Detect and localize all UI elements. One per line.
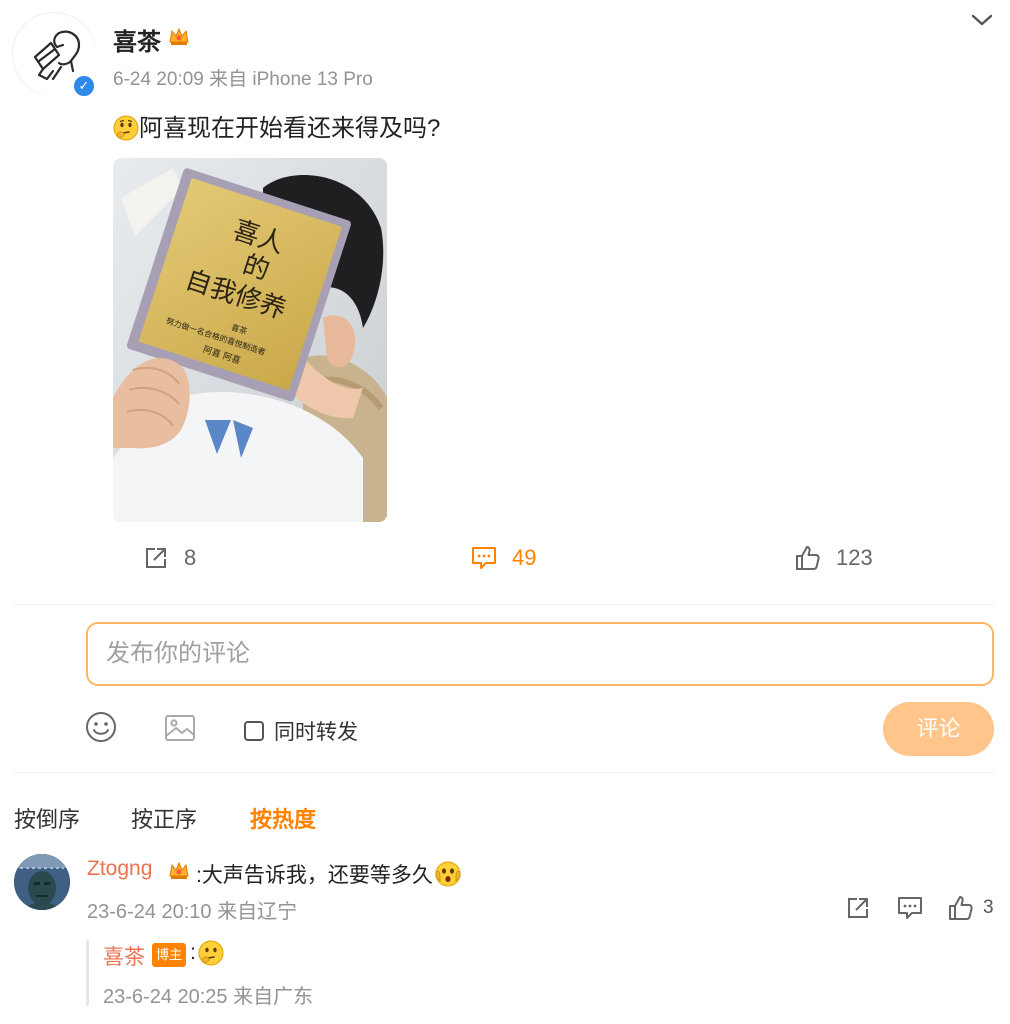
reply-author-name[interactable]: 喜茶	[103, 941, 145, 971]
reply-thread-bar	[86, 940, 89, 1006]
forward-checkbox[interactable]	[244, 721, 264, 741]
divider	[14, 604, 994, 605]
commenter-avatar[interactable]	[14, 854, 70, 910]
image-upload-icon[interactable]	[163, 711, 197, 745]
submit-comment-button[interactable]: 评论	[883, 702, 994, 756]
post-meta: 6-24 20:09 来自 iPhone 13 Pro	[113, 69, 373, 90]
comment-count: 49	[512, 545, 537, 570]
shocked-emoji-icon	[435, 861, 461, 887]
comment-like-count: 3	[983, 897, 994, 918]
post-text-content: 阿喜现在开始看还来得及吗?	[139, 115, 441, 142]
like-button[interactable]: 123	[794, 542, 873, 574]
reply-text-content: :	[190, 941, 196, 964]
thumbs-up-icon	[796, 546, 820, 570]
chevron-down-icon[interactable]	[968, 10, 996, 30]
photo-person-reading-book: 喜人 的 自我修养 喜茶 努力做一名合格的喜悦制造者 阿喜 阿喜	[113, 158, 387, 522]
thumbs-up-icon	[949, 896, 973, 920]
post-author-name[interactable]: 喜茶	[113, 22, 161, 57]
comment-icon	[472, 547, 496, 569]
comment-input-box[interactable]	[86, 622, 994, 686]
sort-reverse-tab[interactable]: 按倒序	[14, 802, 80, 834]
blogger-badge: 博主	[152, 943, 186, 967]
comment-reply-icon[interactable]	[896, 894, 924, 922]
sort-hot-tab[interactable]: 按热度	[250, 802, 316, 834]
comment-text: :大声告诉我，还要等多久	[196, 859, 461, 889]
emoji-picker-icon[interactable]	[84, 710, 118, 744]
comment-like-button[interactable]: 3	[947, 894, 994, 922]
thinking-emoji-icon	[198, 940, 224, 966]
commenter-name[interactable]: Ztogng	[87, 857, 152, 881]
comment-share-icon[interactable]	[844, 894, 872, 922]
share-icon	[146, 548, 166, 568]
comment-meta: 23-6-24 20:10 来自辽宁	[87, 901, 298, 923]
like-count: 123	[836, 545, 873, 570]
comment-input[interactable]	[88, 624, 992, 684]
thinking-emoji-icon	[113, 115, 139, 141]
forward-label: 同时转发	[274, 721, 358, 744]
comment-button[interactable]: 49	[470, 542, 536, 574]
repost-button[interactable]: 8	[142, 542, 196, 574]
forward-option[interactable]: 同时转发	[244, 716, 358, 746]
divider	[14, 772, 994, 773]
reply-meta: 23-6-24 20:25 来自广东	[103, 986, 314, 1008]
vip-crown-icon	[168, 860, 190, 880]
post-photo[interactable]: 喜人 的 自我修养 喜茶 努力做一名合格的喜悦制造者 阿喜 阿喜	[113, 158, 387, 522]
avatar-statue-image	[14, 854, 70, 910]
reply-text: :	[190, 940, 224, 966]
vip-crown-icon	[168, 26, 190, 46]
comment-text-content: :大声告诉我，还要等多久	[196, 864, 433, 887]
repost-count: 8	[184, 545, 197, 570]
post-text: 阿喜现在开始看还来得及吗?	[113, 108, 440, 143]
sort-forward-tab[interactable]: 按正序	[131, 802, 197, 834]
verified-badge-icon: ✓	[72, 74, 96, 98]
